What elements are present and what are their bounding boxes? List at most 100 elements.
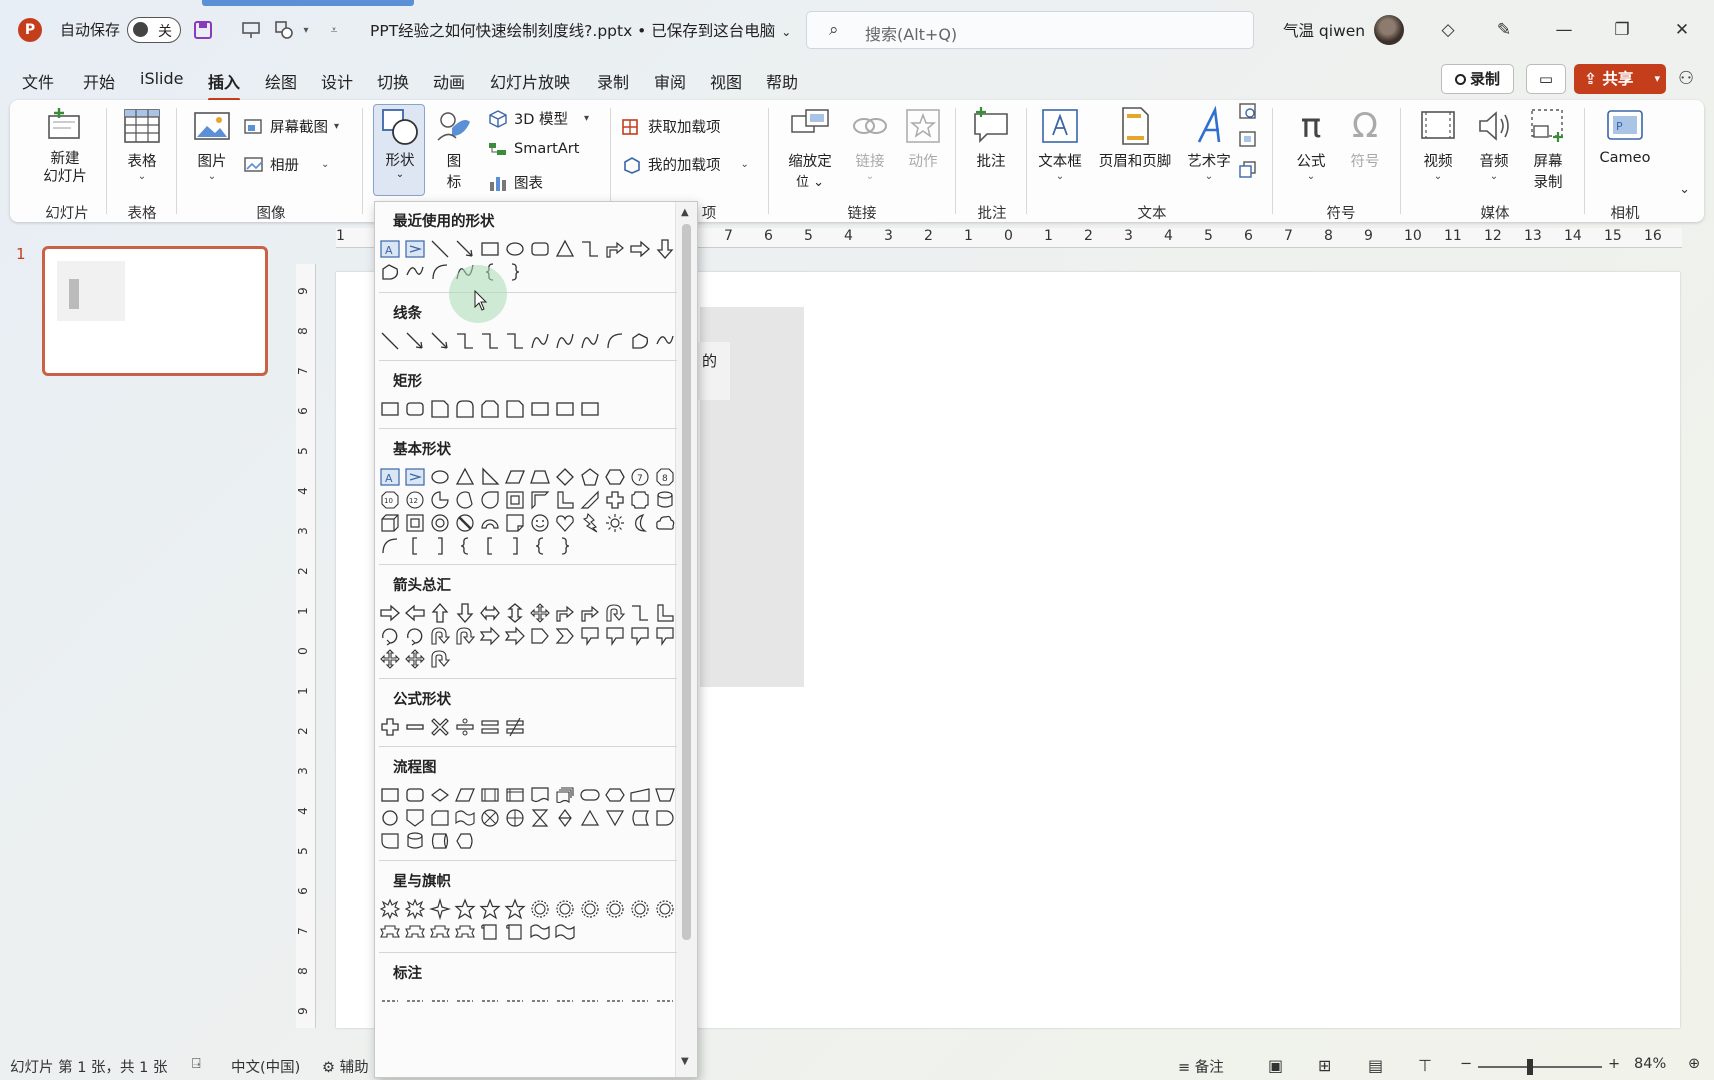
dash-shape-icon[interactable]: [654, 990, 676, 1012]
star5-shape-icon[interactable]: [504, 898, 526, 920]
frame-shape-icon[interactable]: [504, 489, 526, 511]
storeddata-shape-icon[interactable]: [629, 807, 651, 829]
seal-shape-icon[interactable]: [529, 898, 551, 920]
delay-shape-icon[interactable]: [654, 807, 676, 829]
quad-shape-icon[interactable]: [379, 648, 401, 670]
uarrow-shape-icon[interactable]: [429, 602, 451, 624]
notequal-shape-icon[interactable]: [504, 716, 526, 738]
dash-shape-icon[interactable]: [579, 990, 601, 1012]
rrect-shape-icon[interactable]: [404, 398, 426, 420]
smartart-button[interactable]: SmartArt: [488, 140, 579, 158]
directaccess-shape-icon[interactable]: [429, 830, 451, 852]
nosym-shape-icon[interactable]: [454, 512, 476, 534]
scroll-thumb[interactable]: [682, 224, 691, 940]
star5-shape-icon[interactable]: [479, 898, 501, 920]
ribbon-shape-icon[interactable]: [379, 921, 401, 943]
arrowline-shape-icon[interactable]: [429, 330, 451, 352]
quad-shape-icon[interactable]: [529, 602, 551, 624]
rect-shape-icon[interactable]: [379, 398, 401, 420]
rrect-shape-icon[interactable]: [404, 784, 426, 806]
equation-button[interactable]: π 公式 ⌄: [1286, 106, 1336, 182]
zoom-button[interactable]: 缩放定 位 ⌄: [774, 106, 846, 190]
lshape-shape-icon[interactable]: [554, 489, 576, 511]
frame-shape-icon[interactable]: [404, 512, 426, 534]
wave-shape-icon[interactable]: [529, 921, 551, 943]
object-button[interactable]: [1238, 160, 1258, 178]
equal-shape-icon[interactable]: [479, 716, 501, 738]
tab-help[interactable]: 帮助: [766, 69, 798, 93]
pen-icon[interactable]: ✎: [1490, 16, 1518, 44]
bent-shape-icon[interactable]: [554, 602, 576, 624]
flowmanual-shape-icon[interactable]: [629, 784, 651, 806]
hexagon-shape-icon[interactable]: [604, 466, 626, 488]
flowmulti-shape-icon[interactable]: [554, 784, 576, 806]
scroll-shape-icon[interactable]: [479, 921, 501, 943]
tab-islide[interactable]: iSlide: [140, 69, 184, 88]
language-status[interactable]: 中文(中国): [231, 1056, 300, 1077]
cube-shape-icon[interactable]: [379, 512, 401, 534]
quad-shape-icon[interactable]: [404, 648, 426, 670]
num12-shape-icon[interactable]: 12: [404, 489, 426, 511]
flowprep-shape-icon[interactable]: [604, 784, 626, 806]
bracket-shape-icon[interactable]: [479, 535, 501, 557]
slideshow-view-icon[interactable]: ⊤: [1418, 1056, 1432, 1075]
plus-shape-icon[interactable]: [379, 716, 401, 738]
chevron-shape-icon[interactable]: [554, 625, 576, 647]
arrowline-shape-icon[interactable]: [404, 330, 426, 352]
merge-shape-icon[interactable]: [604, 807, 626, 829]
minus-shape-icon[interactable]: [404, 716, 426, 738]
table-button[interactable]: 表格 ⌄: [116, 106, 168, 182]
lshape-shape-icon[interactable]: [654, 602, 676, 624]
arc-shape-icon[interactable]: [429, 261, 451, 283]
darrow-shape-icon[interactable]: [654, 238, 676, 260]
uturn-shape-icon[interactable]: [429, 625, 451, 647]
slide-sorter-icon[interactable]: ⊞: [1318, 1056, 1331, 1075]
dash-shape-icon[interactable]: [479, 990, 501, 1012]
comments-button[interactable]: ▭: [1526, 64, 1566, 94]
flowdoc-shape-icon[interactable]: [529, 784, 551, 806]
seal-shape-icon[interactable]: [554, 898, 576, 920]
audio-button[interactable]: 音频 ⌄: [1468, 106, 1520, 182]
notched-shape-icon[interactable]: [504, 625, 526, 647]
tab-home[interactable]: 开始: [83, 69, 115, 93]
customize-toolbar-icon[interactable]: ⩡: [322, 18, 346, 42]
rarrow-shape-icon[interactable]: [379, 602, 401, 624]
trapezoid-shape-icon[interactable]: [529, 466, 551, 488]
line-shape-icon[interactable]: [379, 330, 401, 352]
flowcard-shape-icon[interactable]: [429, 807, 451, 829]
elbow-shape-icon[interactable]: [504, 330, 526, 352]
new-comment-button[interactable]: 批注: [965, 106, 1017, 171]
rbrace-shape-icon[interactable]: [504, 261, 526, 283]
tab-slideshow[interactable]: 幻灯片放映: [490, 69, 570, 93]
ribbon-shape-icon[interactable]: [454, 921, 476, 943]
scribble-shape-icon[interactable]: [654, 330, 676, 352]
icons-button[interactable]: 图 标: [432, 106, 476, 192]
sort-shape-icon[interactable]: [554, 807, 576, 829]
uturn-shape-icon[interactable]: [604, 602, 626, 624]
person-feedback-icon[interactable]: ⚇: [1678, 68, 1694, 89]
seal-shape-icon[interactable]: [654, 898, 676, 920]
rtri-shape-icon[interactable]: [479, 466, 501, 488]
user-name[interactable]: 气温 qiwen: [1283, 19, 1365, 41]
slide-count-status[interactable]: 幻灯片 第 1 张，共 1 张: [10, 1056, 168, 1077]
seal-shape-icon[interactable]: [604, 898, 626, 920]
close-icon[interactable]: ✕: [1668, 16, 1696, 44]
rect-shape-icon[interactable]: [554, 398, 576, 420]
photo-album-button[interactable]: 相册 ⌄: [244, 154, 329, 175]
document-title[interactable]: PPT经验之如何快速绘制刻度线?.pptx • 已保存到这台电脑 ⌄: [370, 19, 791, 41]
num8-shape-icon[interactable]: 8: [654, 466, 676, 488]
rarrow-shape-icon[interactable]: [629, 238, 651, 260]
scroll-shape-icon[interactable]: [504, 921, 526, 943]
heart-shape-icon[interactable]: [554, 512, 576, 534]
callout-shape-icon[interactable]: [604, 625, 626, 647]
dash-shape-icon[interactable]: [629, 990, 651, 1012]
zoom-slider[interactable]: [1478, 1066, 1602, 1068]
new-slide-button[interactable]: 新建 幻灯片: [30, 106, 100, 186]
flowdecision-shape-icon[interactable]: [429, 784, 451, 806]
elbow-shape-icon[interactable]: [629, 602, 651, 624]
snip-shape-icon[interactable]: [429, 398, 451, 420]
lrarrow-shape-icon[interactable]: [479, 602, 501, 624]
tab-transitions[interactable]: 切换: [377, 69, 409, 93]
textV-shape-icon[interactable]: [404, 238, 426, 260]
date-time-button[interactable]: [1238, 102, 1258, 120]
